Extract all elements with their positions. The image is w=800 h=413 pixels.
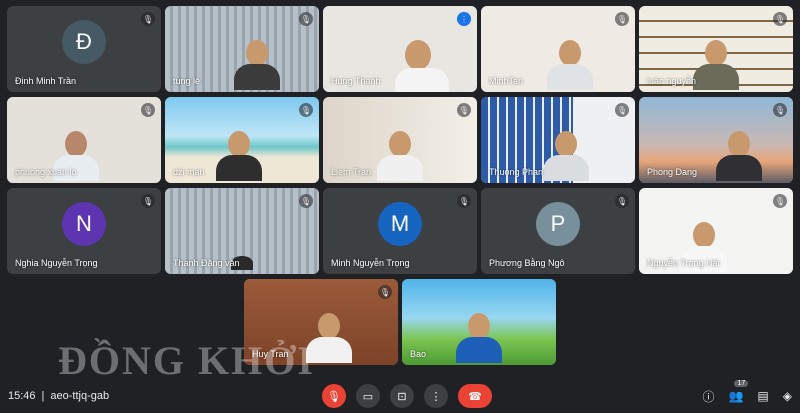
participant-name: tung lê (173, 76, 201, 86)
participant-name: Nghia Nguyễn Trọng (15, 258, 98, 268)
participant-row: phuong xuan lo 🎙 dzi man 🎙 Liem Tran 🎙 T… (6, 97, 794, 183)
participant-name: Nguyễn Trọng Hải (647, 258, 720, 268)
side-controls: ⓘ 👥 17 ▤ ◈ (702, 380, 792, 405)
participant-name: dzi man (173, 167, 205, 177)
person-figure (215, 131, 262, 183)
meeting-toolbar: 15:46 | aeo-ttjq-gab 🎙 ▭ ⊡ ⋮ ☎ ⓘ 👥 17 ▤ ◈ (0, 379, 800, 413)
participant-tile[interactable]: Hung Thanh ⋮ (323, 6, 477, 92)
participant-name: phuong xuan lo (15, 167, 77, 177)
participant-row: N Nghia Nguyễn Trọng 🎙 Thanh Đặng văn 🎙 … (6, 188, 794, 274)
participant-tile[interactable]: MinhTan 🎙 (481, 6, 635, 92)
mic-off-icon: 🎙 (615, 12, 629, 26)
mic-off-icon: 🎙 (378, 285, 392, 299)
mic-off-icon: 🎙 (457, 194, 471, 208)
participant-tile[interactable]: dzi man 🎙 (165, 97, 319, 183)
mic-off-icon: 🎙 (299, 12, 313, 26)
mic-off-icon: 🎙 (773, 194, 787, 208)
participant-name: Thanh Đặng văn (173, 258, 240, 268)
meeting-info: 15:46 | aeo-ttjq-gab (8, 390, 109, 402)
person-figure (547, 40, 594, 92)
participant-name: MinhTan (489, 76, 524, 86)
people-icon[interactable]: 👥 17 (728, 380, 749, 403)
chat-icon[interactable]: ▤ (757, 389, 768, 403)
participant-tile[interactable]: phuong xuan lo 🎙 (7, 97, 161, 183)
mic-off-icon: 🎙 (615, 194, 629, 208)
participant-tile[interactable]: Đ Đinh Minh Trần 🎙 (7, 6, 161, 92)
avatar: P (536, 202, 580, 247)
participant-grid: Đ Đinh Minh Trần 🎙 tung lê 🎙 Hung Thanh … (6, 6, 794, 370)
person-figure (377, 131, 423, 183)
participant-tile[interactable]: Thanh Đặng văn 🎙 (165, 188, 319, 274)
meeting-code: aeo-ttjq-gab (50, 390, 110, 402)
participant-tile[interactable]: Phong Dang 🎙 (639, 97, 793, 183)
present-button[interactable]: ⊡ (390, 384, 414, 408)
participant-name: Liem Tran (331, 167, 372, 177)
mic-off-icon: 🎙 (773, 12, 787, 26)
person-figure (395, 40, 450, 92)
participant-row: Đ Đinh Minh Trần 🎙 tung lê 🎙 Hung Thanh … (6, 6, 794, 92)
person-figure (716, 131, 763, 183)
person-figure (456, 313, 502, 365)
avatar: N (62, 202, 106, 247)
mic-toggle-button[interactable]: 🎙 (322, 384, 346, 408)
info-icon[interactable]: ⓘ (702, 388, 714, 405)
participant-name: luân nguyễn (647, 76, 697, 86)
participant-name: Phương Bằng Ngô (489, 258, 565, 268)
mic-off-icon: 🎙 (141, 194, 155, 208)
activities-icon[interactable]: ◈ (783, 389, 792, 403)
mic-off-icon: 🎙 (299, 103, 313, 117)
participant-tile[interactable]: P Phương Bằng Ngô 🎙 (481, 188, 635, 274)
participant-tile[interactable]: Bao (402, 279, 556, 365)
avatar: Đ (62, 20, 106, 65)
participant-name: Đinh Minh Trần (15, 76, 77, 86)
camera-toggle-button[interactable]: ▭ (356, 384, 380, 408)
participant-tile[interactable]: Nguyễn Trọng Hải 🎙 (639, 188, 793, 274)
watermark-logo: ĐỒNG KHỞI (58, 338, 315, 383)
mic-off-icon: 🎙 (299, 194, 313, 208)
mic-off-icon: 🎙 (141, 103, 155, 117)
avatar: M (378, 202, 422, 247)
participant-tile[interactable]: M Minh Nguyễn Trọng 🎙 (323, 188, 477, 274)
participant-name: Minh Nguyễn Trọng (331, 258, 410, 268)
end-call-button[interactable]: ☎ (458, 384, 492, 408)
participant-tile[interactable]: luân nguyễn 🎙 (639, 6, 793, 92)
participant-name: Hung Thanh (331, 76, 381, 86)
mic-off-icon: 🎙 (773, 103, 787, 117)
participant-name: Bao (410, 349, 427, 359)
participant-tile[interactable]: Thuong Phan 🎙 (481, 97, 635, 183)
mic-off-icon: 🎙 (457, 103, 471, 117)
person-figure (234, 40, 281, 92)
participant-tile[interactable]: tung lê 🎙 (165, 6, 319, 92)
mic-off-icon: 🎙 (615, 103, 629, 117)
participant-name: Thuong Phan (489, 167, 544, 177)
meeting-time: 15:46 (8, 390, 36, 402)
participant-tile[interactable]: N Nghia Nguyễn Trọng 🎙 (7, 188, 161, 274)
person-figure (542, 131, 589, 183)
speaking-indicator-icon: ⋮ (457, 12, 471, 26)
people-count-badge: 17 (734, 380, 749, 387)
participant-tile[interactable]: Liem Tran 🎙 (323, 97, 477, 183)
separator: | (41, 390, 45, 402)
more-options-button[interactable]: ⋮ (424, 384, 448, 408)
call-controls: 🎙 ▭ ⊡ ⋮ ☎ (322, 384, 492, 408)
mic-off-icon: 🎙 (141, 12, 155, 26)
participant-name: Phong Dang (647, 167, 698, 177)
person-figure (693, 40, 739, 92)
